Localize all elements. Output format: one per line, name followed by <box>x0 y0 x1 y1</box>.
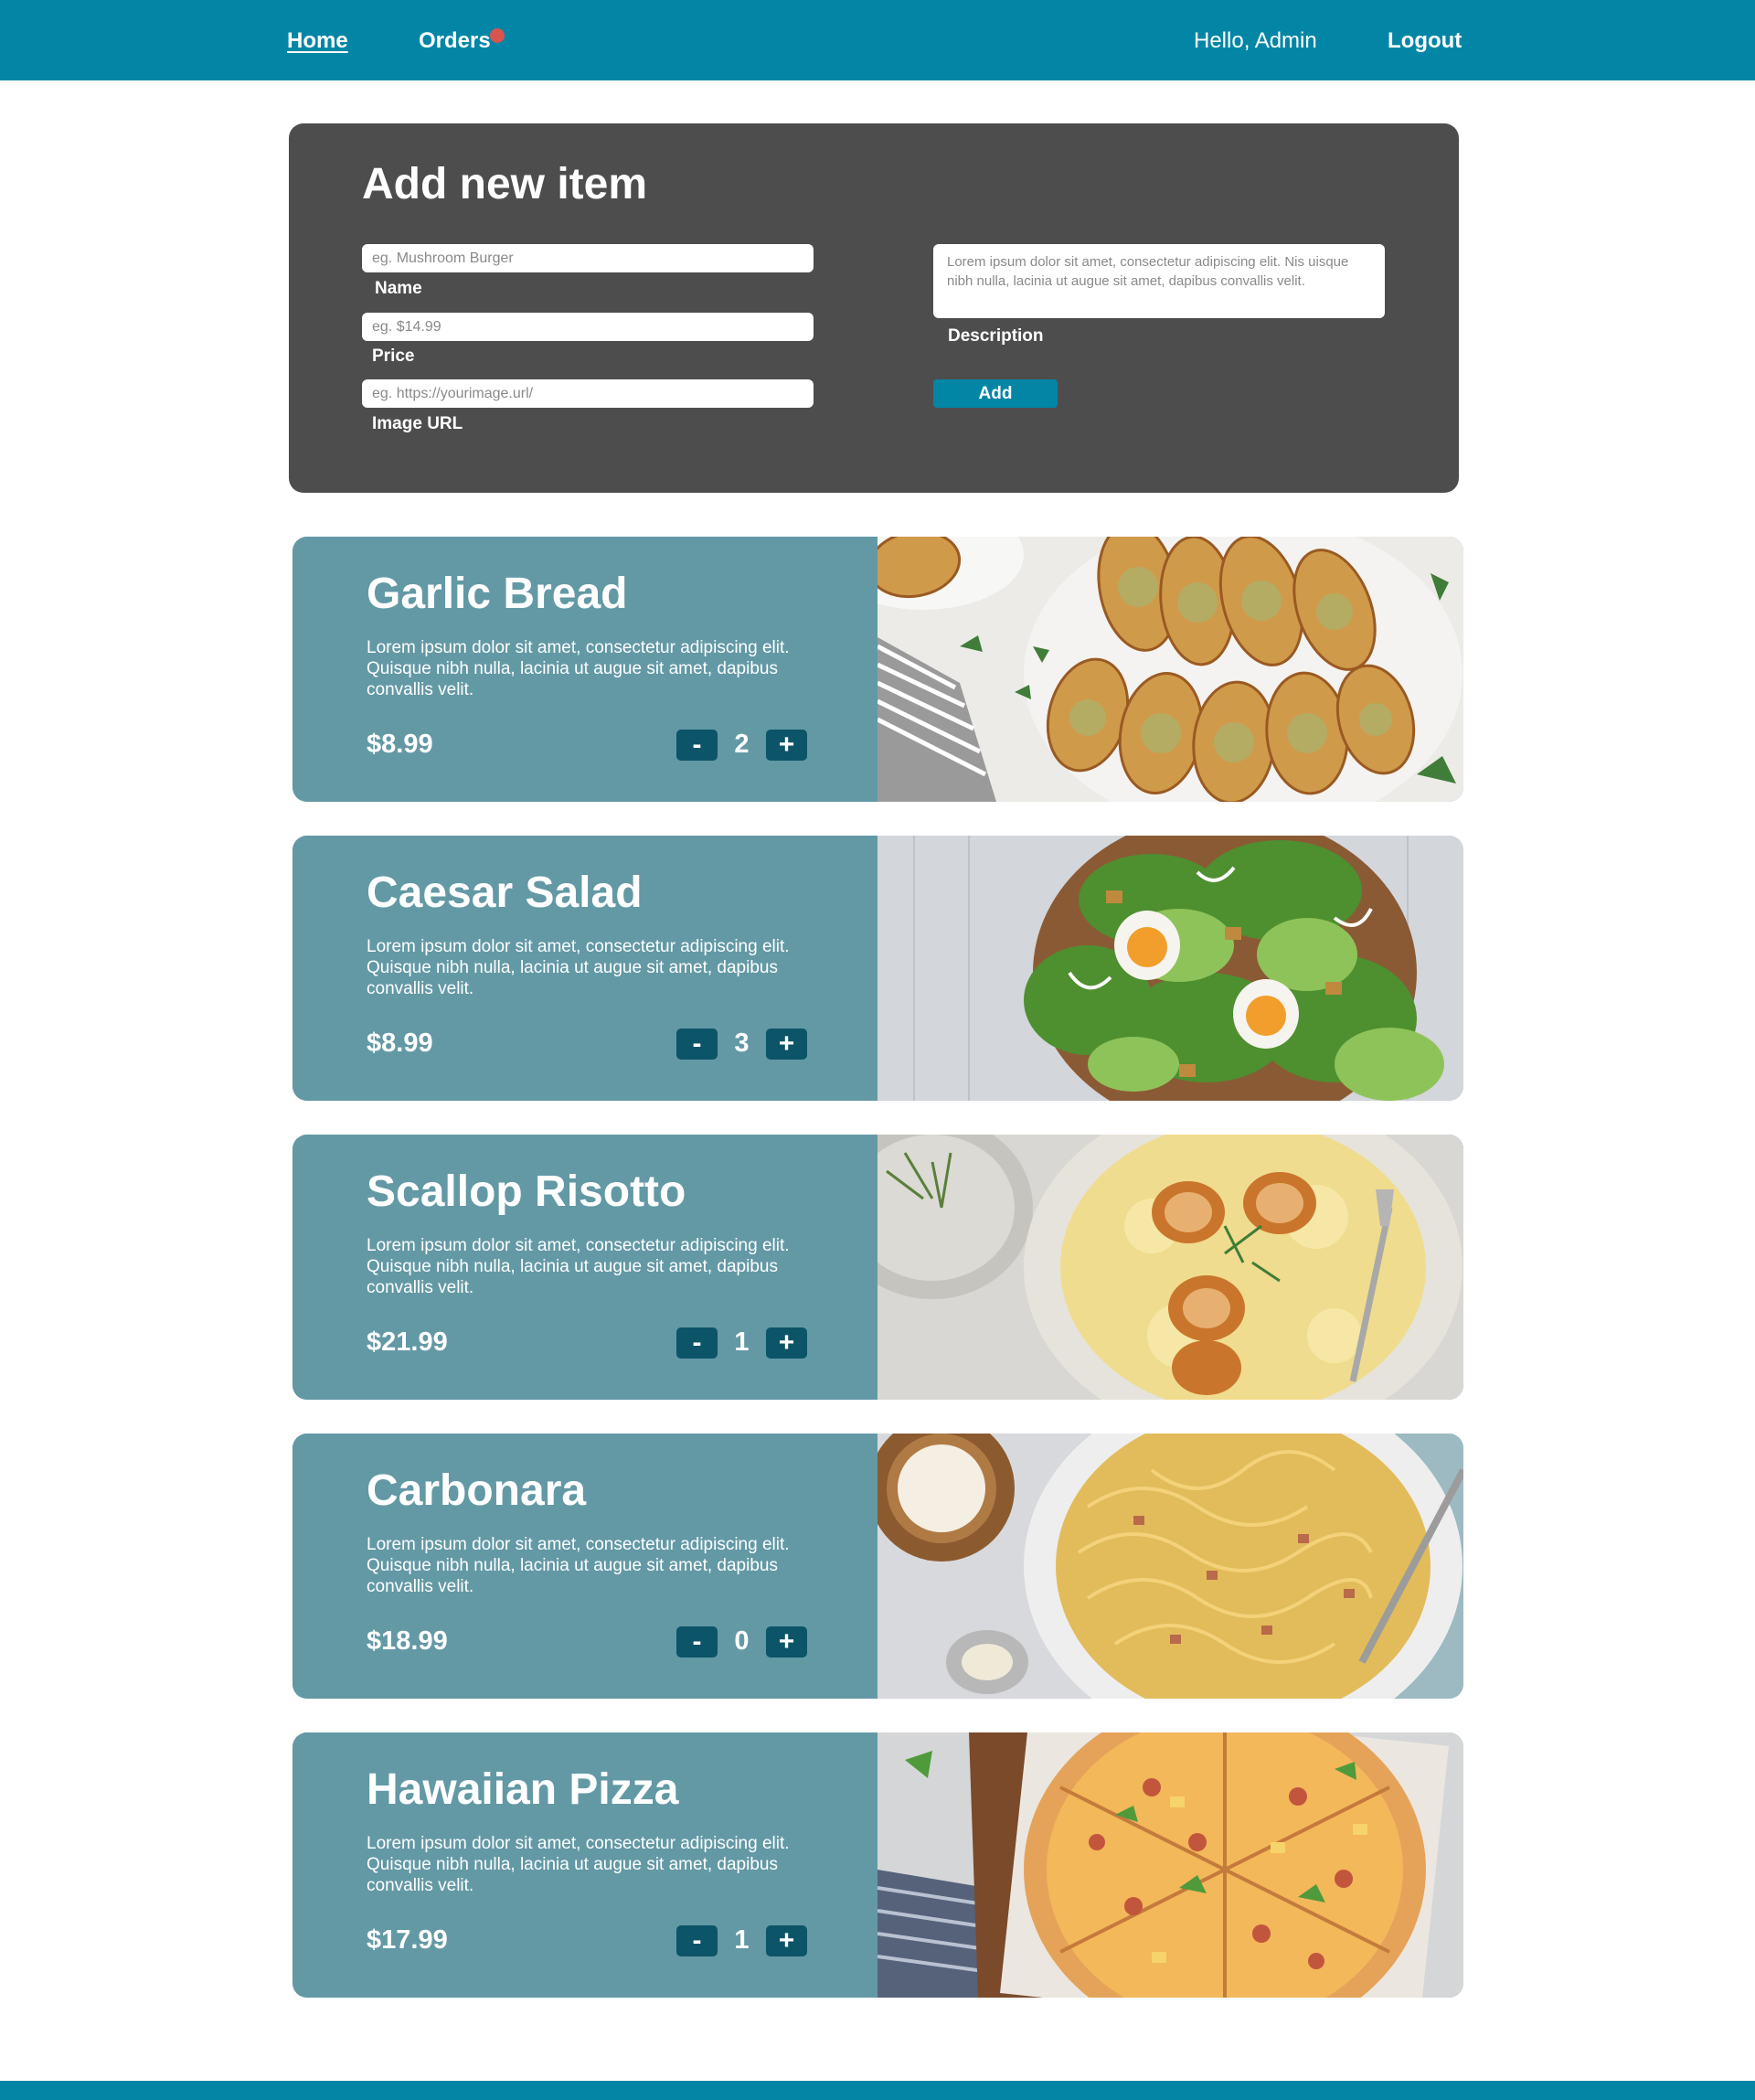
image-url-label: Image URL <box>372 414 463 433</box>
price-input[interactable] <box>362 313 814 341</box>
image-url-input[interactable] <box>362 379 814 408</box>
increase-quantity-button[interactable]: + <box>766 1925 807 1956</box>
nav-home-link[interactable]: Home <box>287 26 348 57</box>
item-description: Lorem ipsum dolor sit amet, consectetur … <box>367 1834 790 1895</box>
item-quantity: 0 <box>734 1626 750 1656</box>
card-info: Scallop Risotto Lorem ipsum dolor sit am… <box>292 1135 878 1400</box>
menu-card-garlic-bread: Garlic Bread Lorem ipsum dolor sit amet,… <box>292 537 1463 802</box>
card-info: Garlic Bread Lorem ipsum dolor sit amet,… <box>292 537 878 802</box>
add-item-button[interactable]: Add <box>933 379 1058 408</box>
card-info: Hawaiian Pizza Lorem ipsum dolor sit ame… <box>292 1732 878 1998</box>
item-quantity: 2 <box>734 730 750 759</box>
nav-orders-link[interactable]: Orders <box>419 26 491 57</box>
increase-quantity-button[interactable]: + <box>766 1626 807 1658</box>
item-price: $17.99 <box>367 1925 448 1955</box>
increase-quantity-button[interactable]: + <box>766 730 807 761</box>
item-name: Garlic Bread <box>367 570 628 618</box>
scallop-risotto-image <box>878 1135 1463 1400</box>
item-price: $21.99 <box>367 1327 448 1357</box>
user-greeting: Hello, Admin <box>1194 28 1317 53</box>
menu-card-caesar-salad: Caesar Salad Lorem ipsum dolor sit amet,… <box>292 836 1463 1101</box>
increase-quantity-button[interactable]: + <box>766 1327 807 1359</box>
decrease-quantity-button[interactable]: - <box>676 1029 718 1060</box>
item-name: Carbonara <box>367 1466 587 1515</box>
decrease-quantity-button[interactable]: - <box>676 1626 718 1658</box>
carbonara-image <box>878 1434 1463 1699</box>
decrease-quantity-button[interactable]: - <box>676 1327 718 1359</box>
item-price: $8.99 <box>367 730 433 759</box>
menu-card-scallop-risotto: Scallop Risotto Lorem ipsum dolor sit am… <box>292 1135 1463 1400</box>
name-input[interactable] <box>362 244 814 272</box>
item-description: Lorem ipsum dolor sit amet, consectetur … <box>367 1236 790 1297</box>
item-description: Lorem ipsum dolor sit amet, consectetur … <box>367 638 790 699</box>
increase-quantity-button[interactable]: + <box>766 1029 807 1060</box>
item-quantity: 1 <box>734 1925 750 1955</box>
card-info: Caesar Salad Lorem ipsum dolor sit amet,… <box>292 836 878 1101</box>
item-description: Lorem ipsum dolor sit amet, consectetur … <box>367 1535 790 1596</box>
hawaiian-pizza-image <box>878 1732 1463 1998</box>
footer-bar <box>0 2081 1755 2100</box>
item-name: Scallop Risotto <box>367 1167 686 1216</box>
description-input[interactable] <box>933 244 1385 318</box>
add-item-panel: Add new item Name Price Image URL Descri… <box>289 123 1459 493</box>
item-name: Hawaiian Pizza <box>367 1765 679 1814</box>
item-quantity: 1 <box>734 1327 750 1357</box>
orders-notification-dot <box>490 28 505 43</box>
description-label: Description <box>948 326 1044 346</box>
decrease-quantity-button[interactable]: - <box>676 1925 718 1956</box>
logout-link[interactable]: Logout <box>1388 26 1462 57</box>
item-name: Caesar Salad <box>367 869 643 917</box>
add-item-title: Add new item <box>362 160 648 208</box>
decrease-quantity-button[interactable]: - <box>676 730 718 761</box>
price-label: Price <box>372 346 415 366</box>
item-quantity: 3 <box>734 1029 750 1058</box>
garlic-bread-image <box>878 537 1463 802</box>
menu-card-carbonara: Carbonara Lorem ipsum dolor sit amet, co… <box>292 1434 1463 1699</box>
card-info: Carbonara Lorem ipsum dolor sit amet, co… <box>292 1434 878 1699</box>
navbar: Home Orders Hello, Admin Logout <box>0 0 1755 80</box>
caesar-salad-image <box>878 836 1463 1101</box>
item-price: $8.99 <box>367 1029 433 1058</box>
menu-card-hawaiian-pizza: Hawaiian Pizza Lorem ipsum dolor sit ame… <box>292 1732 1463 1998</box>
name-label: Name <box>375 279 422 298</box>
item-price: $18.99 <box>367 1626 448 1656</box>
item-description: Lorem ipsum dolor sit amet, consectetur … <box>367 937 790 998</box>
